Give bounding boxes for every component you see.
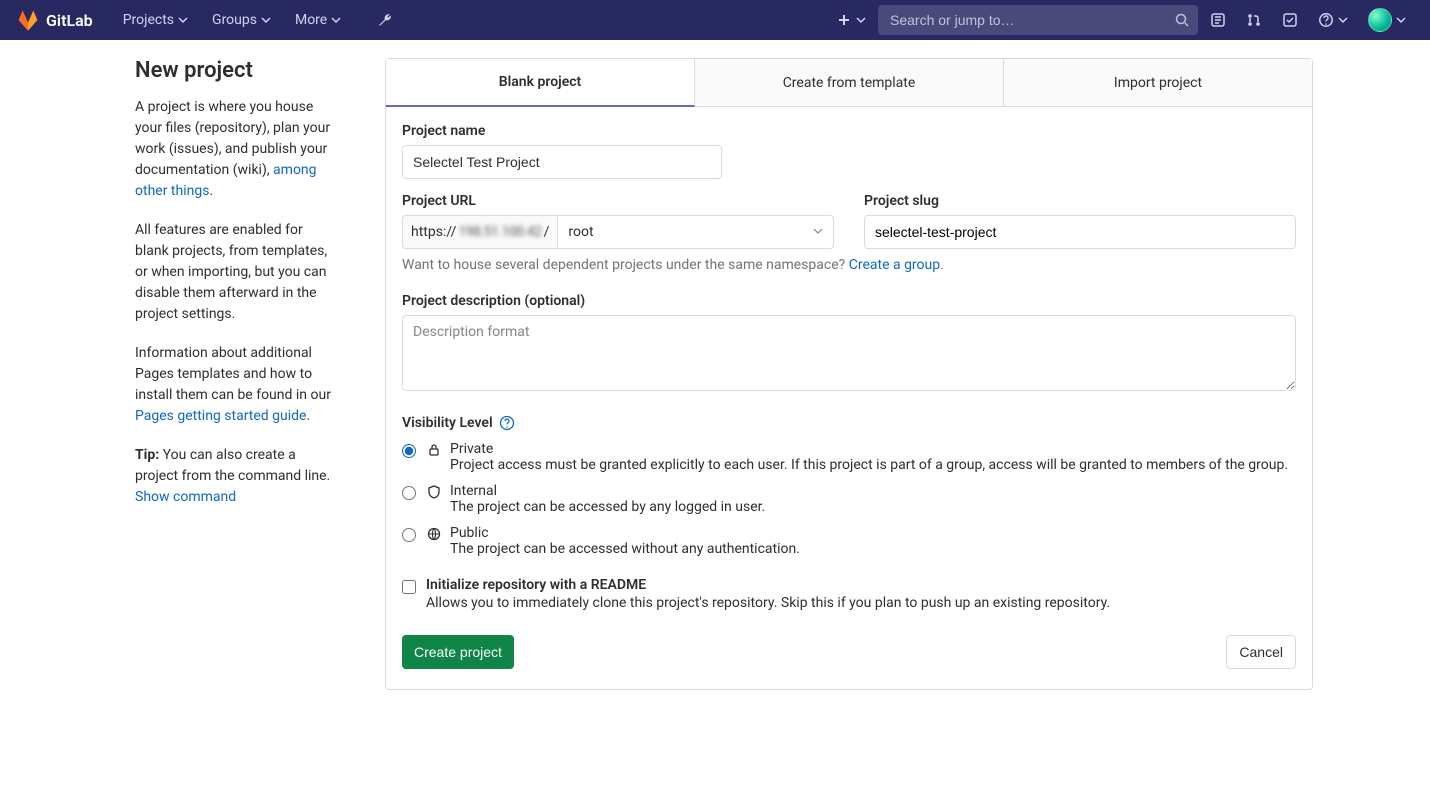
todos-icon bbox=[1282, 12, 1298, 28]
issues-icon bbox=[1210, 12, 1226, 28]
brand[interactable]: GitLab bbox=[16, 8, 93, 32]
nav-more-label: More bbox=[295, 12, 327, 28]
side-paragraph-1: A project is where you house your files … bbox=[135, 97, 335, 202]
project-url-group: https://198.51.100.42/ root bbox=[402, 215, 834, 249]
chevron-down-icon bbox=[813, 224, 823, 240]
namespace-select[interactable]: root bbox=[557, 215, 834, 249]
todos-button[interactable] bbox=[1274, 6, 1306, 34]
radio-private-desc: Project access must be granted explicitl… bbox=[450, 457, 1296, 473]
label-project-slug: Project slug bbox=[864, 193, 1296, 209]
nav-groups[interactable]: Groups bbox=[202, 6, 281, 34]
merge-request-icon bbox=[1246, 12, 1262, 28]
cancel-button[interactable]: Cancel bbox=[1226, 635, 1296, 669]
tab-blank-project[interactable]: Blank project bbox=[386, 59, 695, 107]
visibility-internal[interactable]: Internal The project can be accessed by … bbox=[402, 483, 1296, 515]
wrench-icon bbox=[377, 12, 393, 28]
chevron-down-icon bbox=[856, 15, 866, 25]
question-circle-icon[interactable] bbox=[499, 415, 515, 431]
search-box bbox=[878, 5, 1198, 35]
tab-create-from-template[interactable]: Create from template bbox=[695, 59, 1004, 107]
create-project-button[interactable]: Create project bbox=[402, 635, 514, 669]
nav-projects[interactable]: Projects bbox=[113, 6, 198, 34]
lock-icon bbox=[426, 442, 442, 458]
merge-requests-button[interactable] bbox=[1238, 6, 1270, 34]
readme-title: Initialize repository with a README bbox=[426, 577, 1110, 593]
radio-private-title: Private bbox=[450, 441, 1296, 457]
chevron-down-icon bbox=[261, 15, 271, 25]
radio-public-title: Public bbox=[450, 525, 1296, 541]
globe-icon bbox=[426, 526, 442, 542]
radio-private[interactable] bbox=[402, 444, 416, 458]
label-project-name: Project name bbox=[402, 123, 1296, 139]
label-project-description: Project description (optional) bbox=[402, 293, 1296, 309]
side-tip: Tip: You can also create a project from … bbox=[135, 445, 335, 508]
readme-desc: Allows you to immediately clone this pro… bbox=[426, 595, 1110, 611]
link-show-command[interactable]: Show command bbox=[135, 489, 236, 505]
tab-import-project[interactable]: Import project bbox=[1004, 59, 1312, 107]
tip-label: Tip: bbox=[135, 447, 159, 463]
namespace-hint: Want to house several dependent projects… bbox=[402, 257, 1296, 273]
help-dropdown[interactable] bbox=[1310, 6, 1356, 34]
side-paragraph-3: Information about additional Pages templ… bbox=[135, 343, 335, 427]
link-pages-guide[interactable]: Pages getting started guide bbox=[135, 408, 306, 424]
input-project-name[interactable] bbox=[402, 145, 722, 179]
label-project-url: Project URL bbox=[402, 193, 834, 209]
input-project-slug[interactable] bbox=[864, 215, 1296, 249]
top-navbar: GitLab Projects Groups More bbox=[0, 0, 1430, 40]
side-paragraph-2: All features are enabled for blank proje… bbox=[135, 220, 335, 325]
chevron-down-icon bbox=[1338, 15, 1348, 25]
page-title: New project bbox=[135, 58, 335, 83]
chevron-down-icon bbox=[178, 15, 188, 25]
link-create-group[interactable]: Create a group bbox=[849, 257, 940, 273]
namespace-value: root bbox=[568, 224, 593, 240]
label-visibility-level: Visibility Level bbox=[402, 415, 1296, 431]
url-prefix: https://198.51.100.42/ bbox=[402, 215, 557, 249]
project-type-tabs: Blank project Create from template Impor… bbox=[386, 59, 1312, 107]
nav-projects-label: Projects bbox=[123, 12, 174, 28]
input-project-description[interactable] bbox=[402, 315, 1296, 391]
visibility-public[interactable]: Public The project can be accessed witho… bbox=[402, 525, 1296, 557]
shield-icon bbox=[426, 484, 442, 500]
gitlab-logo-icon bbox=[16, 8, 40, 32]
brand-text: GitLab bbox=[46, 11, 93, 30]
plus-icon bbox=[836, 12, 852, 28]
radio-internal-title: Internal bbox=[450, 483, 1296, 499]
nav-groups-label: Groups bbox=[212, 12, 257, 28]
issues-button[interactable] bbox=[1202, 6, 1234, 34]
radio-public-desc: The project can be accessed without any … bbox=[450, 541, 1296, 557]
search-input[interactable] bbox=[878, 5, 1198, 35]
nav-more[interactable]: More bbox=[285, 6, 351, 34]
initialize-readme[interactable]: Initialize repository with a README Allo… bbox=[402, 577, 1296, 611]
checkbox-readme[interactable] bbox=[402, 580, 416, 594]
question-icon bbox=[1318, 12, 1334, 28]
new-dropdown-button[interactable] bbox=[828, 6, 874, 34]
chevron-down-icon bbox=[1396, 15, 1406, 25]
radio-internal[interactable] bbox=[402, 486, 416, 500]
chevron-down-icon bbox=[331, 15, 341, 25]
radio-internal-desc: The project can be accessed by any logge… bbox=[450, 499, 1296, 515]
avatar bbox=[1368, 8, 1392, 32]
user-menu[interactable] bbox=[1360, 2, 1414, 38]
radio-public[interactable] bbox=[402, 528, 416, 542]
visibility-private[interactable]: Private Project access must be granted e… bbox=[402, 441, 1296, 473]
sidebar-info: New project A project is where you house… bbox=[45, 58, 345, 690]
admin-wrench-button[interactable] bbox=[369, 6, 401, 34]
